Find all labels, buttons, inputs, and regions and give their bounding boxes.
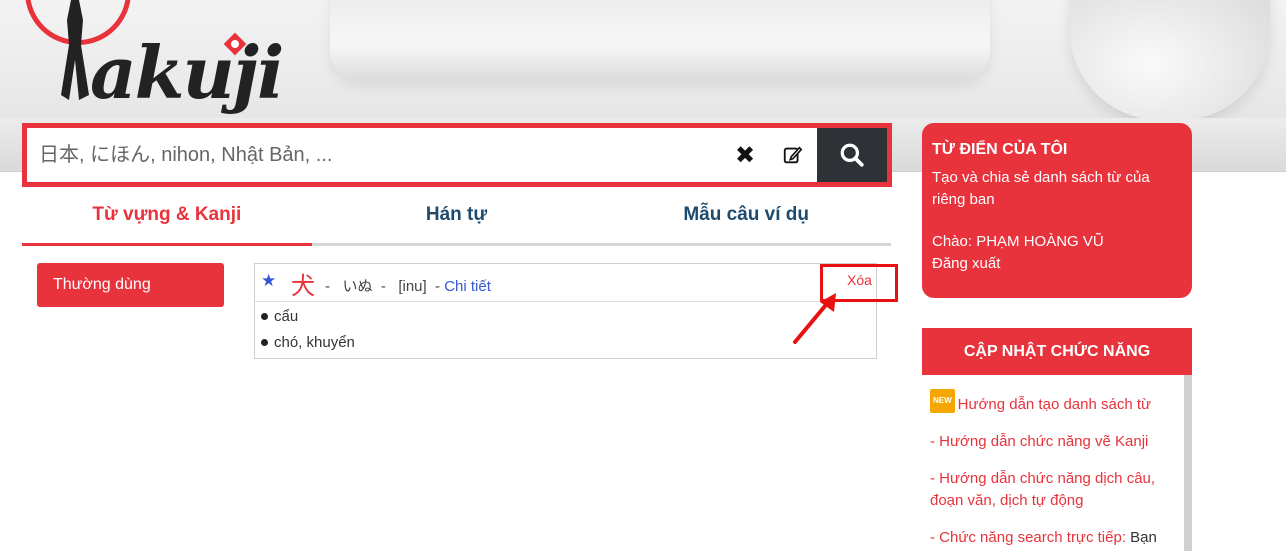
search-input[interactable] [27, 128, 721, 182]
meaning-item: cẩu [261, 308, 298, 325]
tab-han-tu[interactable]: Hán tự [312, 196, 602, 243]
clear-button[interactable]: ✖ [721, 128, 769, 182]
search-icon [840, 143, 864, 167]
banner-laptop-image [330, 0, 990, 80]
updates-list: NEW Hướng dẫn tạo danh sách từ - Hướng dẫ… [922, 375, 1192, 551]
my-dictionary-title: TỪ ĐIỂN CỦA TÔI [932, 141, 1068, 158]
update-item-translate[interactable]: - Hướng dẫn chức năng dịch câu, đoạn văn… [930, 468, 1170, 512]
tab-example-sentences[interactable]: Mẫu câu ví dụ [601, 196, 891, 243]
banner-mouse-image [1070, 0, 1270, 120]
word-reading: - いぬ - [inu] - [325, 278, 445, 295]
search-tabs: Từ vựng & Kanji Hán tự Mẫu câu ví dụ [22, 196, 891, 246]
update-item-create-list[interactable]: NEW Hướng dẫn tạo danh sách từ [930, 389, 1170, 416]
logo-text: akuji [90, 30, 284, 115]
word-meta: - いぬ - [inu] - Chi tiết [325, 275, 491, 296]
update-item-draw-kanji[interactable]: - Hướng dẫn chức năng vẽ Kanji [930, 431, 1170, 453]
annotation-arrow-icon [793, 293, 836, 344]
favorite-star-icon[interactable]: ★ [261, 271, 276, 291]
search-bar: ✖ [22, 123, 892, 187]
new-badge: NEW [930, 389, 955, 413]
word-card: ★ 犬 - いぬ - [inu] - Chi tiết Xóa cẩu chó,… [254, 263, 877, 359]
my-dictionary-panel: TỪ ĐIỂN CỦA TÔI Tạo và chia sẻ danh sách… [922, 123, 1192, 298]
close-icon: ✖ [734, 141, 756, 169]
site-logo[interactable]: akuji [25, 0, 284, 115]
logout-link[interactable]: Đăng xuất [932, 253, 1182, 275]
meaning-item: chó, khuyển [261, 334, 355, 351]
category-common-button[interactable]: Thường dùng [37, 263, 224, 307]
detail-link[interactable]: Chi tiết [444, 278, 491, 295]
user-greeting: Chào: PHẠM HOÀNG VŨ [932, 233, 1104, 250]
handwriting-button[interactable] [769, 128, 817, 182]
search-inner: ✖ [27, 128, 887, 182]
update-item-direct-search[interactable]: - Chức năng search trực tiếp: Bạn có [930, 527, 1170, 551]
bullet-icon [261, 313, 268, 320]
word-card-header: ★ 犬 - いぬ - [inu] - Chi tiết Xóa [255, 264, 876, 302]
tab-vocabulary-kanji[interactable]: Từ vựng & Kanji [22, 196, 312, 246]
search-button[interactable] [817, 128, 887, 182]
word-kanji: 犬 [291, 272, 315, 300]
edit-icon [783, 146, 803, 164]
updates-title: CẬP NHẬT CHỨC NĂNG [922, 328, 1192, 375]
my-dictionary-description: Tạo và chia sẻ danh sách từ của riêng ba… [932, 169, 1150, 208]
bullet-icon [261, 339, 268, 346]
